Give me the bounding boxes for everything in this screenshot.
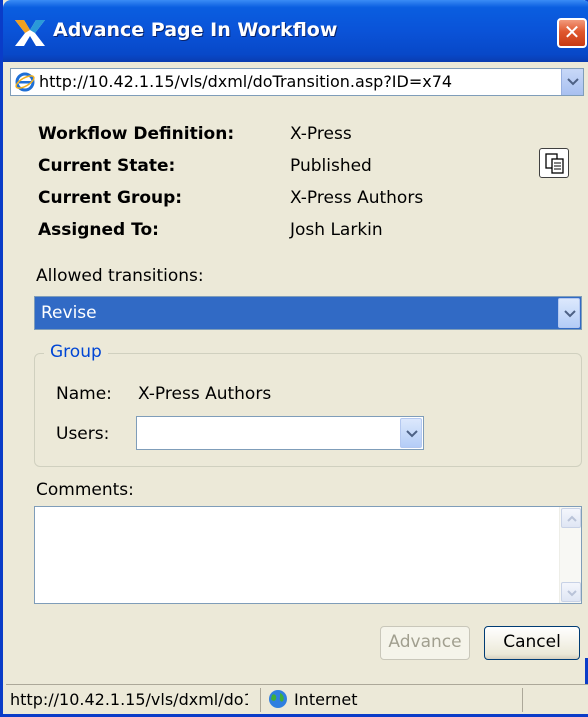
users-select[interactable] [136, 416, 424, 450]
advance-button[interactable]: Advance [380, 626, 470, 660]
current-group-value: X-Press Authors [290, 188, 424, 208]
ie-icon [15, 72, 35, 92]
chevron-down-icon [567, 78, 579, 86]
status-bar: http://10.42.1.15/vls/dxml/do1 Internet [6, 684, 588, 714]
group-name-value: X-Press Authors [138, 384, 272, 404]
group-legend: Group [44, 342, 108, 362]
comments-scrollbar[interactable] [559, 507, 581, 603]
scroll-up-button[interactable] [561, 508, 581, 528]
comments-label: Comments: [36, 480, 134, 500]
dialog-content: Workflow Definition: X-Press Current Sta… [6, 100, 588, 660]
status-zone: Internet [294, 690, 358, 709]
chevron-down-icon [567, 590, 577, 597]
globe-icon [269, 690, 287, 708]
allowed-transitions-value: Revise [41, 303, 97, 323]
current-state-label: Current State: [38, 156, 176, 176]
users-dropdown-button[interactable] [400, 418, 422, 448]
assigned-to-value: Josh Larkin [290, 220, 383, 240]
workflow-definition-value: X-Press [290, 124, 352, 144]
transitions-dropdown-button[interactable] [558, 298, 580, 328]
current-state-value: Published [290, 156, 372, 176]
status-divider [522, 688, 523, 712]
close-button[interactable]: ✕ [557, 18, 587, 48]
allowed-transitions-label: Allowed transitions: [36, 266, 204, 286]
users-label: Users: [56, 424, 110, 444]
x-logo-icon [15, 20, 45, 46]
copy-button[interactable] [539, 148, 569, 178]
address-bar: http://10.42.1.15/vls/dxml/doTransition.… [6, 62, 588, 100]
allowed-transitions-select[interactable]: Revise [34, 296, 582, 330]
chevron-down-icon [564, 310, 576, 318]
address-dropdown-button[interactable] [561, 69, 583, 95]
scroll-down-button[interactable] [561, 582, 581, 602]
chevron-down-icon [406, 430, 418, 438]
status-divider [260, 688, 261, 712]
title-bar[interactable]: Advance Page In Workflow ✕ [3, 0, 588, 62]
address-field[interactable]: http://10.42.1.15/vls/dxml/doTransition.… [10, 68, 584, 96]
workflow-definition-label: Workflow Definition: [38, 124, 235, 144]
status-url: http://10.42.1.15/vls/dxml/do1 [10, 690, 248, 709]
current-group-label: Current Group: [38, 188, 183, 208]
group-name-label: Name: [56, 384, 112, 404]
comments-textarea[interactable] [34, 506, 582, 604]
copy-icon [545, 153, 564, 174]
address-url: http://10.42.1.15/vls/dxml/doTransition.… [39, 72, 453, 91]
cancel-button[interactable]: Cancel [484, 626, 580, 660]
dialog-window: Advance Page In Workflow ✕ http://10.42.… [0, 0, 588, 717]
assigned-to-label: Assigned To: [38, 220, 159, 240]
chevron-up-icon [567, 515, 577, 522]
window-title: Advance Page In Workflow [53, 19, 338, 41]
